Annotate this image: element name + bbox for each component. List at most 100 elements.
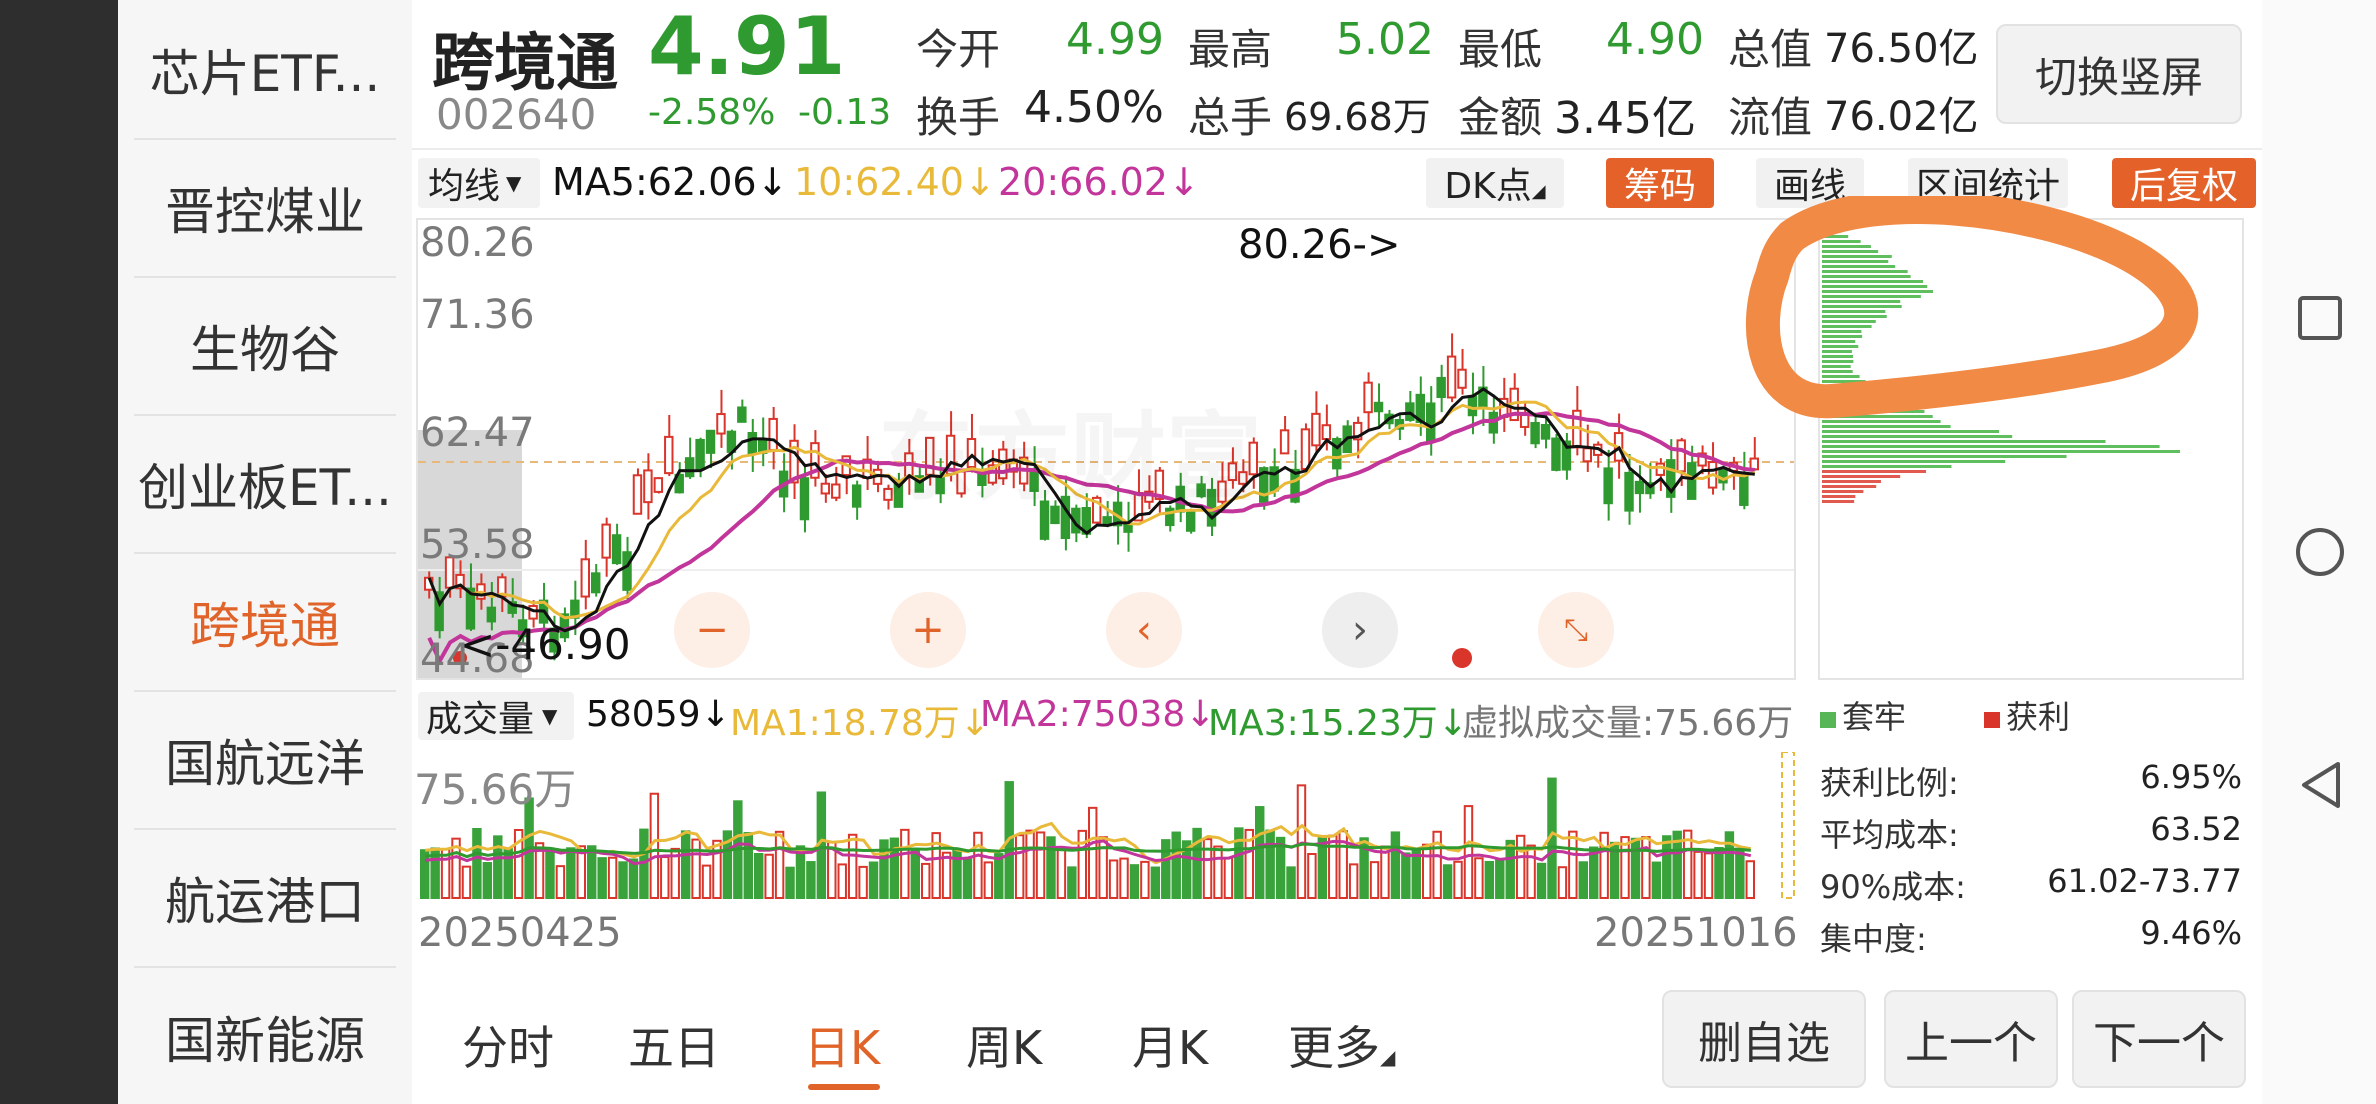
back-icon[interactable]: [2298, 760, 2344, 810]
volume-bar: [1526, 844, 1536, 899]
sidebar-item-guoxin-energy[interactable]: 国新能源: [134, 968, 396, 1104]
tab-five-day[interactable]: 五日: [628, 1012, 720, 1078]
volume-bar: [1307, 852, 1317, 899]
y-tick-1: 80.26: [420, 220, 535, 266]
candle-body: [1426, 402, 1436, 443]
candle-body: [1676, 439, 1686, 473]
volume-bar: [1369, 861, 1380, 899]
tab-more[interactable]: 更多◢: [1288, 1012, 1395, 1078]
candle-body: [1321, 424, 1332, 441]
volume-select[interactable]: 成交量 ▼: [418, 692, 574, 740]
volume-bar: [868, 861, 879, 899]
candle-body: [747, 432, 757, 455]
candle-body: [1405, 402, 1415, 421]
total-value: 76.50亿: [1824, 26, 1979, 72]
candle-body: [1655, 462, 1666, 476]
next-stock-button[interactable]: 下一个: [2072, 990, 2246, 1088]
sidebar-item-shengwugu[interactable]: 生物谷: [134, 278, 396, 416]
volume-select-label: 成交量: [426, 699, 535, 740]
candle-body: [1530, 422, 1540, 445]
candle-body: [1446, 355, 1457, 399]
volume-bar: [1578, 861, 1588, 899]
candle-body: [1373, 401, 1384, 413]
chips-button[interactable]: 筹码: [1606, 158, 1714, 208]
kline-chart[interactable]: 80.26 71.36 62.47 53.58 44.68 80.26-> <-…: [416, 218, 1796, 682]
candle-body: [1300, 428, 1311, 470]
turnover-value: 4.50%: [1024, 82, 1164, 133]
high-marker: 80.26->: [1238, 222, 1401, 268]
down-arrow-icon: ↓: [756, 160, 789, 204]
volume-bar: [597, 857, 607, 899]
tab-daily-k[interactable]: 日K: [804, 1012, 880, 1078]
sidebar-item-label: 芯片ETF...: [149, 45, 381, 103]
volume-bar: [1161, 839, 1171, 899]
zoom-in-button[interactable]: +: [890, 592, 966, 668]
sidebar-item-chinext-etf[interactable]: 创业板ET...: [134, 416, 396, 554]
avg-cost-value: 63.52: [2150, 810, 2242, 848]
scroll-right-button[interactable]: ›: [1322, 592, 1398, 668]
volume-bar: [1140, 860, 1150, 899]
volume-bar: [921, 862, 931, 899]
volume-bar: [1213, 845, 1223, 899]
volume-bar: [1014, 834, 1025, 899]
high-value: 5.02: [1336, 14, 1434, 65]
candle-body: [1467, 395, 1478, 417]
volume-bar: [837, 863, 847, 899]
orange-circle-annotation: [1745, 196, 2199, 419]
volume-bar: [555, 865, 566, 900]
volume-bar: [962, 857, 973, 899]
remove-watchlist-button[interactable]: 删自选: [1662, 990, 1866, 1088]
y-tick-2: 71.36: [420, 292, 535, 338]
low-value: 4.90: [1606, 14, 1704, 65]
dk-point-button[interactable]: DK点 ◢: [1426, 158, 1564, 208]
toggle-portrait-button[interactable]: 切换竖屏: [1996, 24, 2242, 124]
volume-bars: [420, 777, 1755, 900]
chip-bar: [1822, 485, 1877, 488]
total-value-label: 总值: [1728, 25, 1813, 74]
low-marker: <-46.90: [460, 620, 631, 669]
volume-bar: [1108, 859, 1119, 899]
sidebar-item-shipping-port[interactable]: 航运港口: [134, 830, 396, 968]
candle-body: [664, 435, 674, 475]
volume-bar: [1422, 843, 1432, 900]
candle-body: [705, 429, 716, 454]
down-arrow-icon: ↓: [700, 694, 731, 735]
virtual-volume-bar: [1781, 752, 1795, 899]
volume-bar: [472, 828, 482, 899]
chevron-right-icon: ›: [1352, 607, 1368, 653]
volume-chart[interactable]: 75.66万: [414, 752, 1798, 902]
sidebar-item-guohang-yuanyang[interactable]: 国航远洋: [134, 692, 396, 830]
volume-bar: [1745, 860, 1755, 899]
ma10-value: 10:62.40↓: [794, 160, 996, 204]
scroll-left-button[interactable]: ‹: [1106, 592, 1182, 668]
volume-bar: [764, 853, 774, 899]
y-tick-4: 53.58: [420, 522, 535, 568]
chip-bar: [1822, 495, 1856, 498]
volume-bar: [628, 858, 639, 899]
chip-bar: [1822, 455, 2067, 458]
previous-stock-button[interactable]: 上一个: [1884, 990, 2058, 1088]
sidebar-item-chip-etf[interactable]: 芯片ETF...: [134, 2, 396, 140]
volume-bar: [1651, 861, 1662, 899]
volume-bar: [1735, 847, 1745, 900]
total-hands-value: 69.68万: [1284, 95, 1431, 139]
candle-body: [851, 484, 862, 508]
profit-ratio-label: 获利比例:: [1820, 764, 1959, 802]
sidebar-item-jinkong-coal[interactable]: 晋控煤业: [134, 140, 396, 278]
zoom-out-button[interactable]: −: [674, 592, 750, 668]
ma-select[interactable]: 均线 ▼: [418, 158, 540, 208]
tab-weekly-k[interactable]: 周K: [966, 1012, 1042, 1078]
tab-intraday[interactable]: 分时: [462, 1012, 554, 1078]
collapse-button[interactable]: ⤡: [1538, 592, 1614, 668]
change-amount: -0.13: [798, 92, 892, 133]
system-nav-bar: [2262, 0, 2376, 1104]
down-arrow-icon: ↓: [1167, 160, 1200, 204]
recent-apps-icon[interactable]: [2296, 294, 2344, 342]
sidebar-item-kuajingtong[interactable]: 跨境通: [134, 554, 396, 692]
candle-body: [580, 558, 590, 598]
ma5-value: MA5:62.06↓: [552, 160, 789, 204]
chip-bar: [1822, 500, 1855, 503]
volume-bar: [900, 828, 910, 899]
tab-monthly-k[interactable]: 月K: [1132, 1012, 1208, 1078]
home-icon[interactable]: [2294, 526, 2346, 578]
